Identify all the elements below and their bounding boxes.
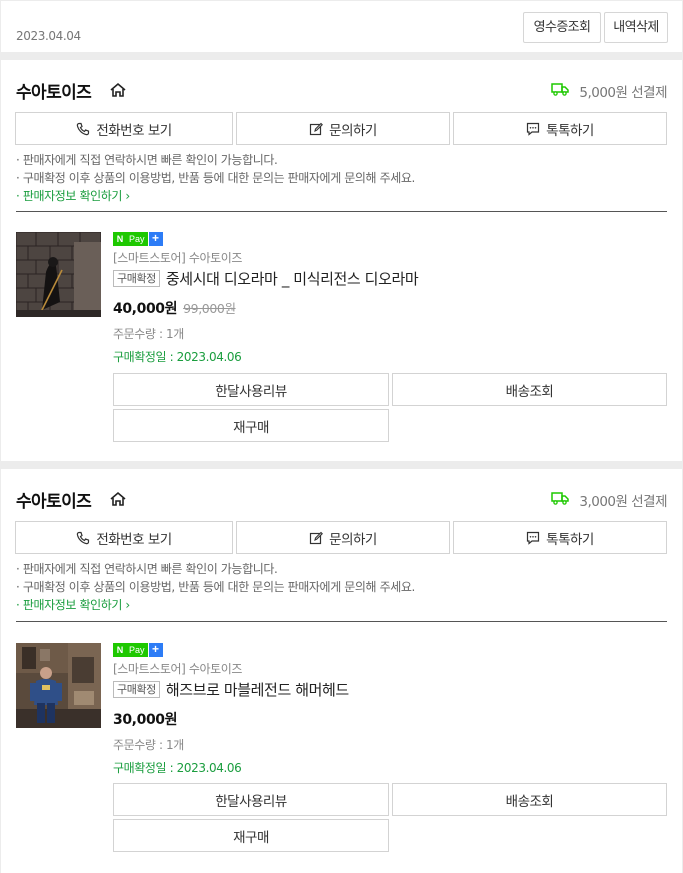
phone-button-label: 전화번호 보기	[96, 531, 172, 548]
chat-icon	[527, 531, 540, 545]
product-title[interactable]: 해즈브로 마블레전드 해머헤드	[166, 679, 349, 700]
product-thumbnail[interactable]	[16, 643, 101, 728]
receipt-button[interactable]: 영수증조회	[523, 12, 601, 43]
seller-actions: 전화번호 보기 문의하기 톡톡하기	[15, 112, 667, 145]
edit-icon	[310, 122, 324, 135]
divider	[16, 211, 667, 212]
shipping-info: 5,000원 선결제	[579, 81, 667, 101]
product-price: 40,000원	[113, 301, 178, 317]
order-date-header: 2023.04.04 영수증조회 내역삭제	[1, 1, 682, 52]
talk-button[interactable]: 톡톡하기	[453, 112, 667, 145]
product-info: N Pay + [스마트스토어] 수아토이즈 구매확정 중세시대 디오라마 _ …	[113, 232, 667, 365]
chat-icon	[527, 122, 540, 136]
tracking-button[interactable]: 배송조회	[392, 373, 667, 406]
phone-button[interactable]: 전화번호 보기	[15, 521, 233, 554]
seller-name[interactable]: 수아토이즈	[16, 78, 92, 103]
order-quantity: 주문수량 : 1개	[113, 327, 184, 341]
rebuy-button[interactable]: 재구매	[113, 409, 389, 442]
shipping-info: 3,000원 선결제	[579, 490, 667, 510]
seller-notice: · 판매자에게 직접 연락하시면 빠른 확인이 가능합니다. · 구매확정 이후…	[16, 151, 666, 205]
notice-line: · 구매확정 이후 상품의 이용방법, 반품 등에 대한 문의는 판매자에게 문…	[16, 171, 415, 185]
seller-info-link[interactable]: · 판매자정보 확인하기 ›	[16, 187, 666, 205]
seller-notice: · 판매자에게 직접 연락하시면 빠른 확인이 가능합니다. · 구매확정 이후…	[16, 560, 666, 614]
order-card: 수아토이즈 3,000원 선결제 전화번호 보기 문의하기 톡톡하기 · 판매자…	[1, 469, 682, 873]
original-price: 99,000원	[183, 301, 236, 316]
order-quantity: 주문수량 : 1개	[113, 738, 184, 752]
shipping-fee: 5,000원	[579, 85, 628, 101]
status-badge: 구매확정	[113, 270, 160, 287]
seller-name[interactable]: 수아토이즈	[16, 487, 92, 512]
purchase-confirm-date: 구매확정일 : 2023.04.06	[113, 761, 242, 775]
product-title[interactable]: 중세시대 디오라마 _ 미식리전스 디오라마	[166, 268, 419, 289]
inquiry-button-label: 문의하기	[329, 122, 377, 139]
seller-header: 수아토이즈 5,000원 선결제	[16, 78, 667, 103]
shipping-type: 선결제	[631, 85, 667, 101]
store-label: [스마트스토어] 수아토이즈	[113, 662, 243, 676]
rebuy-button[interactable]: 재구매	[113, 819, 389, 852]
phone-button[interactable]: 전화번호 보기	[15, 112, 233, 145]
talk-button[interactable]: 톡톡하기	[453, 521, 667, 554]
order-history-page: 2023.04.04 영수증조회 내역삭제 수아토이즈 5,000원 선결제 전…	[0, 0, 683, 873]
order-card: 수아토이즈 5,000원 선결제 전화번호 보기 문의하기 톡톡하기 · 판매자…	[1, 60, 682, 461]
inquiry-button[interactable]: 문의하기	[236, 521, 450, 554]
inquiry-button[interactable]: 문의하기	[236, 112, 450, 145]
product-info: N Pay + [스마트스토어] 수아토이즈 구매확정 해즈브로 마블레전드 해…	[113, 643, 667, 776]
phone-icon	[77, 122, 90, 135]
truck-icon	[551, 83, 569, 96]
tracking-button[interactable]: 배송조회	[392, 783, 667, 816]
phone-icon	[77, 531, 90, 544]
edit-icon	[310, 531, 324, 544]
store-home-icon[interactable]	[109, 81, 127, 99]
delete-history-button[interactable]: 내역삭제	[604, 12, 668, 43]
status-badge: 구매확정	[113, 681, 160, 698]
review-button[interactable]: 한달사용리뷰	[113, 783, 389, 816]
plus-icon: +	[148, 232, 163, 246]
talk-button-label: 톡톡하기	[546, 531, 594, 548]
notice-line: · 구매확정 이후 상품의 이용방법, 반품 등에 대한 문의는 판매자에게 문…	[16, 580, 415, 594]
notice-line: · 판매자에게 직접 연락하시면 빠른 확인이 가능합니다.	[16, 153, 278, 167]
phone-button-label: 전화번호 보기	[96, 122, 172, 139]
plus-icon: +	[148, 643, 163, 657]
npay-label: Pay	[127, 232, 148, 246]
naver-n-icon: N	[113, 232, 127, 246]
order-date: 2023.04.04	[16, 29, 81, 43]
review-button[interactable]: 한달사용리뷰	[113, 373, 389, 406]
talk-button-label: 톡톡하기	[546, 122, 594, 139]
seller-actions: 전화번호 보기 문의하기 톡톡하기	[15, 521, 667, 554]
shipping-type: 선결제	[631, 494, 667, 510]
product-thumbnail[interactable]	[16, 232, 101, 317]
npay-label: Pay	[127, 643, 148, 657]
divider	[16, 621, 667, 622]
store-label: [스마트스토어] 수아토이즈	[113, 251, 243, 265]
shipping-fee: 3,000원	[579, 494, 628, 510]
npay-badge: N Pay +	[113, 643, 667, 657]
truck-icon	[551, 492, 569, 505]
purchase-confirm-date: 구매확정일 : 2023.04.06	[113, 350, 242, 364]
seller-info-link[interactable]: · 판매자정보 확인하기 ›	[16, 596, 666, 614]
seller-header: 수아토이즈 3,000원 선결제	[16, 487, 667, 512]
inquiry-button-label: 문의하기	[329, 531, 377, 548]
notice-line: · 판매자에게 직접 연락하시면 빠른 확인이 가능합니다.	[16, 562, 278, 576]
store-home-icon[interactable]	[109, 490, 127, 508]
product-price: 30,000원	[113, 712, 178, 728]
npay-badge: N Pay +	[113, 232, 667, 246]
naver-n-icon: N	[113, 643, 127, 657]
